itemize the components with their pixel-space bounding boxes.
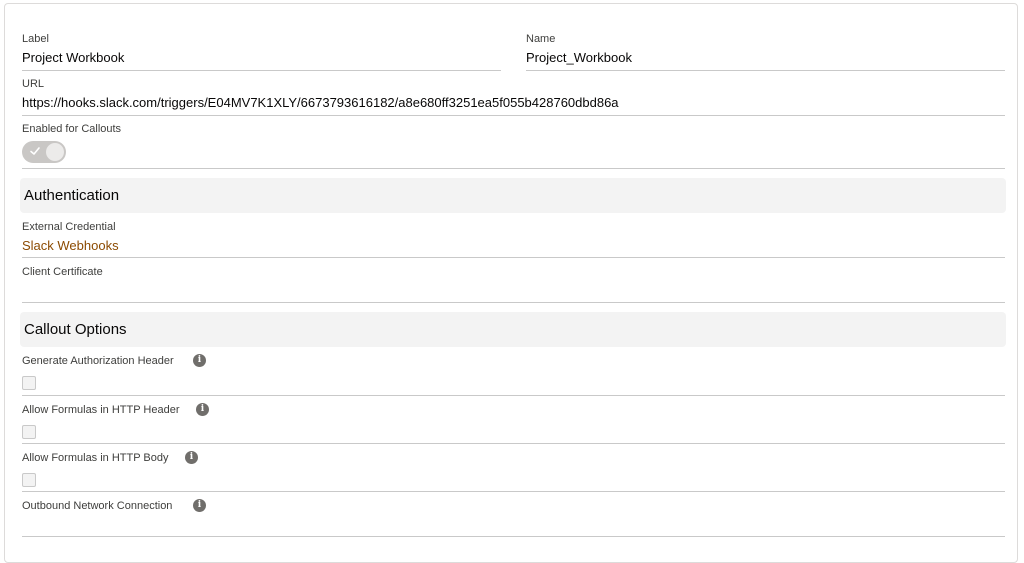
formulas-body-label: Allow Formulas in HTTP Body	[22, 452, 169, 464]
outbound-connection-field: Outbound Network Connection i	[22, 497, 1005, 537]
outbound-connection-label: Outbound Network Connection	[22, 500, 173, 512]
generate-auth-header-field: Generate Authorization Header i	[22, 352, 1005, 396]
info-icon[interactable]: i	[185, 451, 198, 464]
name-field-value: Project_Workbook	[526, 50, 632, 65]
client-certificate-field: Client Certificate	[22, 263, 1005, 303]
callouts-field-label: Enabled for Callouts	[22, 123, 122, 135]
name-field: Name Project_Workbook	[526, 30, 1005, 71]
toggle-knob	[46, 143, 64, 161]
url-field: URL https://hooks.slack.com/triggers/E04…	[22, 75, 1005, 116]
info-icon[interactable]: i	[193, 499, 206, 512]
info-icon[interactable]: i	[193, 354, 206, 367]
formulas-header-field: Allow Formulas in HTTP Header i	[22, 401, 1005, 444]
callout-options-section-header: Callout Options	[20, 312, 1006, 347]
label-field-value: Project Workbook	[22, 50, 125, 65]
label-field-label: Label	[22, 33, 49, 45]
url-field-label: URL	[22, 78, 45, 90]
external-credential-label: External Credential	[22, 221, 116, 233]
name-field-label: Name	[526, 33, 556, 45]
external-credential-field: External Credential Slack Webhooks	[22, 218, 1005, 258]
detail-card: Label Project Workbook Name Project_Work…	[4, 3, 1018, 563]
generate-auth-header-label: Generate Authorization Header	[22, 355, 174, 367]
info-icon[interactable]: i	[196, 403, 209, 416]
formulas-body-checkbox[interactable]	[22, 473, 36, 487]
external-credential-link[interactable]: Slack Webhooks	[22, 237, 119, 255]
formulas-header-label: Allow Formulas in HTTP Header	[22, 404, 180, 416]
callouts-toggle[interactable]	[22, 141, 66, 163]
client-certificate-label: Client Certificate	[22, 266, 103, 278]
callout-options-title: Callout Options	[24, 321, 127, 338]
formulas-body-field: Allow Formulas in HTTP Body i	[22, 449, 1005, 492]
url-field-value: https://hooks.slack.com/triggers/E04MV7K…	[22, 95, 619, 110]
callouts-field: Enabled for Callouts	[22, 120, 1005, 169]
formulas-header-checkbox[interactable]	[22, 425, 36, 439]
generate-auth-header-checkbox[interactable]	[22, 376, 36, 390]
check-icon	[30, 147, 40, 155]
authentication-title: Authentication	[24, 187, 120, 204]
label-field: Label Project Workbook	[22, 30, 501, 71]
authentication-section-header: Authentication	[20, 178, 1006, 213]
